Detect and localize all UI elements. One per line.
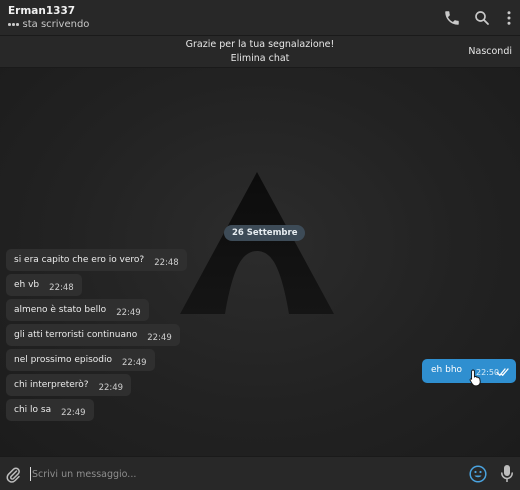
message-text: si era capito che ero io vero?: [14, 255, 145, 265]
microphone-icon[interactable]: [500, 464, 514, 484]
mouse-pointer-icon: [469, 369, 481, 387]
arch-logo-wallpaper: [180, 172, 334, 314]
emoji-icon[interactable]: [469, 465, 487, 483]
message-composer: [0, 456, 520, 490]
message-text: chi interpreterò?: [14, 380, 89, 390]
typing-status: sta scrivendo: [8, 19, 89, 30]
incoming-message[interactable]: si era capito che ero io vero? 22:48: [6, 249, 187, 271]
incoming-message[interactable]: nel prossimo episodio 22:49: [6, 349, 155, 371]
search-icon[interactable]: [473, 9, 491, 27]
message-text: eh bho: [431, 365, 463, 375]
incoming-message[interactable]: eh vb 22:48: [6, 274, 82, 296]
message-text: gli atti terroristi continuano: [14, 330, 138, 340]
message-time: 22:49: [122, 358, 147, 368]
chat-message-area[interactable]: 26 Settembre si era capito che ero io ve…: [0, 68, 520, 456]
message-text: eh vb: [14, 280, 40, 290]
message-time: 22:49: [61, 408, 86, 418]
incoming-message[interactable]: gli atti terroristi continuano 22:49: [6, 324, 180, 346]
double-check-icon: [496, 368, 509, 376]
message-time: 22:48: [154, 258, 179, 268]
delete-chat-link[interactable]: Elimina chat: [0, 53, 520, 64]
message-text: chi lo sa: [14, 405, 52, 415]
phone-icon[interactable]: [443, 9, 461, 27]
typing-dots-icon: [8, 23, 19, 26]
message-text: nel prossimo episodio: [14, 355, 113, 365]
message-input[interactable]: [32, 465, 452, 483]
message-text: almeno è stato bello: [14, 305, 107, 315]
chat-header: Erman1337 sta scrivendo: [0, 0, 520, 36]
typing-status-text: sta scrivendo: [22, 19, 90, 30]
date-badge: 26 Settembre: [224, 225, 306, 241]
incoming-message[interactable]: chi lo sa 22:49: [6, 399, 94, 421]
paperclip-icon[interactable]: [5, 465, 21, 483]
report-thanks-text: Grazie per la tua segnalazione!: [185, 39, 335, 50]
more-vertical-icon[interactable]: [500, 9, 518, 27]
contact-name[interactable]: Erman1337: [8, 5, 75, 17]
hide-banner-button[interactable]: Nascondi: [468, 46, 512, 57]
message-time: 22:49: [147, 333, 172, 343]
message-time: 22:49: [98, 383, 124, 393]
incoming-message[interactable]: almeno è stato bello 22:49: [6, 299, 149, 321]
text-caret: [30, 467, 31, 481]
report-banner: Grazie per la tua segnalazione! Elimina …: [0, 36, 520, 68]
message-time: 22:49: [116, 308, 141, 318]
incoming-message[interactable]: chi interpreterò? 22:49: [6, 374, 132, 396]
message-time: 22:48: [49, 283, 74, 293]
